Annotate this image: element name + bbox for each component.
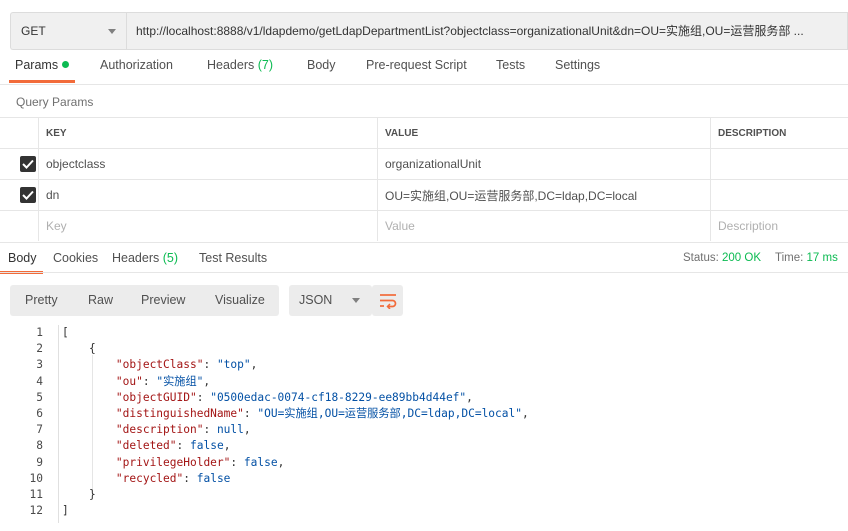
param-checkbox[interactable] xyxy=(20,156,36,172)
code-text: "deleted": false, xyxy=(115,439,231,453)
table-header-row: KEY VALUE DESCRIPTION xyxy=(0,117,848,148)
tab-tests[interactable]: Tests xyxy=(496,58,525,80)
tab-params[interactable]: Params xyxy=(8,58,76,83)
dot-icon xyxy=(62,61,70,68)
line-number: 5 xyxy=(36,390,43,404)
method-select[interactable]: GET xyxy=(10,12,126,50)
wrap-lines-button[interactable] xyxy=(372,285,403,316)
table-row: objectclass organizationalUnit xyxy=(0,148,848,179)
line-number: 8 xyxy=(36,439,43,453)
time-badge: Time: 17 ms xyxy=(775,252,838,264)
line-number: 11 xyxy=(29,488,43,501)
line-number: 7 xyxy=(36,423,43,437)
param-value[interactable]: organizationalUnit xyxy=(377,149,710,179)
line-number: 10 xyxy=(29,471,43,485)
request-bar: GET http://localhost:8888/v1/ldapdemo/ge… xyxy=(0,0,848,58)
code-text: [ xyxy=(62,326,69,339)
table-row-new: Key Value Description xyxy=(0,210,848,241)
url-input[interactable]: http://localhost:8888/v1/ldapdemo/getLda… xyxy=(126,12,848,50)
query-params-title: Query Params xyxy=(16,95,94,109)
preview-button[interactable]: Preview xyxy=(141,285,185,316)
tab-pre-request-script[interactable]: Pre-request Script xyxy=(366,58,467,80)
code-text: "objectGUID": "0500edac-0074-cf18-8229-e… xyxy=(115,390,473,404)
line-number: 12 xyxy=(29,504,43,518)
line-number: 6 xyxy=(36,407,43,420)
param-key[interactable]: objectclass xyxy=(38,149,377,179)
tab-cookies[interactable]: Cookies xyxy=(53,251,98,265)
code-text: "description": null, xyxy=(115,423,251,437)
format-label: JSON xyxy=(299,293,333,307)
line-number: 2 xyxy=(36,342,43,356)
method-label: GET xyxy=(21,24,46,38)
code-text: } xyxy=(62,488,96,501)
param-description[interactable] xyxy=(710,149,848,179)
value-header: VALUE xyxy=(377,118,710,148)
param-key[interactable]: dn xyxy=(38,180,377,210)
param-description[interactable] xyxy=(710,180,848,210)
tab-response-body[interactable]: Body xyxy=(0,251,42,274)
new-key-field[interactable]: Key xyxy=(38,211,377,241)
wrap-lines-icon xyxy=(380,294,397,309)
visualize-button[interactable]: Visualize xyxy=(215,285,265,316)
description-header: DESCRIPTION xyxy=(710,118,848,148)
request-tabs: Params Authorization Headers (7) Body Pr… xyxy=(0,58,848,83)
tab-settings[interactable]: Settings xyxy=(555,58,600,80)
key-header: KEY xyxy=(38,118,377,148)
table-row: dn OU=实施组,OU=运营服务部,DC=ldap,DC=local xyxy=(0,179,848,210)
format-select[interactable]: JSON xyxy=(289,285,372,316)
raw-button[interactable]: Raw xyxy=(88,285,113,316)
param-checkbox[interactable] xyxy=(20,187,36,203)
check-icon xyxy=(22,159,34,169)
code-text: "recycled": false xyxy=(115,471,231,485)
code-text: "ou": "实施组", xyxy=(115,374,211,388)
tab-authorization[interactable]: Authorization xyxy=(100,58,173,80)
code-text: { xyxy=(62,342,96,356)
line-number: 4 xyxy=(36,374,43,388)
divider xyxy=(0,84,848,85)
check-icon xyxy=(22,190,34,200)
divider xyxy=(0,272,848,273)
new-value-field[interactable]: Value xyxy=(377,211,710,241)
code-text: "privilegeHolder": false, xyxy=(115,455,285,469)
line-number: 3 xyxy=(36,358,43,372)
code-text: ] xyxy=(62,504,69,518)
response-tabs: Body Cookies Headers (5) Test Results St… xyxy=(0,242,848,274)
chevron-down-icon xyxy=(352,298,360,303)
tab-test-results[interactable]: Test Results xyxy=(199,251,267,265)
tab-body[interactable]: Body xyxy=(307,58,336,80)
line-number: 9 xyxy=(36,455,43,469)
tab-headers[interactable]: Headers (7) xyxy=(207,58,273,80)
code-text: "objectClass": "top", xyxy=(115,358,258,372)
line-number: 1 xyxy=(36,326,43,339)
tab-response-headers[interactable]: Headers (5) xyxy=(112,251,178,265)
new-description-field[interactable]: Description xyxy=(710,211,848,241)
response-body-editor[interactable]: 1 [2 {3 "objectClass": "top", 4 "ou": "实施组… xyxy=(0,325,848,531)
chevron-down-icon xyxy=(108,29,116,34)
gutter-divider xyxy=(58,325,59,523)
param-value[interactable]: OU=实施组,OU=运营服务部,DC=ldap,DC=local xyxy=(377,180,710,210)
pretty-button[interactable]: Pretty xyxy=(25,285,58,316)
status-badge: Status: 200 OK xyxy=(683,252,762,264)
code-text: "distinguishedName": "OU=实施组,OU=运营服务部,DC… xyxy=(115,407,529,420)
